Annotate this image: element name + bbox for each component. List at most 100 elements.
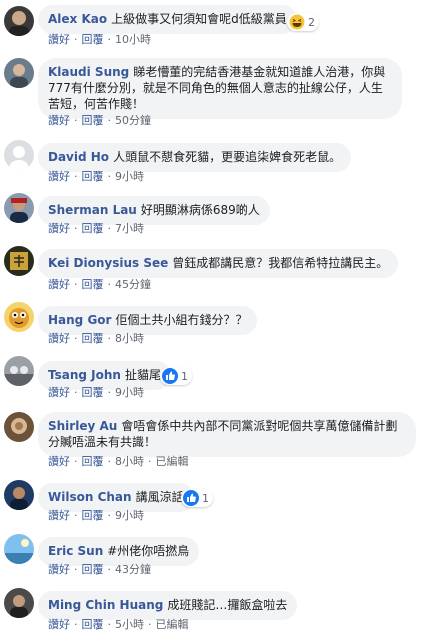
reply-link[interactable]: 回覆	[82, 386, 104, 399]
comment-actions: 讚好 · 回覆 · 7小時	[48, 222, 144, 236]
like-link[interactable]: 讚好	[48, 509, 70, 522]
reply-link[interactable]: 回覆	[82, 222, 104, 235]
comment-author[interactable]: Alex Kao	[48, 12, 107, 26]
comment-bubble: Ming Chin Huang 成班賤記…攞飯盒啦去	[38, 591, 298, 620]
like-link[interactable]: 讚好	[48, 33, 70, 46]
comment-timestamp[interactable]: 43分鐘	[115, 563, 151, 576]
like-link[interactable]: 讚好	[48, 278, 70, 291]
separator: ·	[74, 33, 78, 46]
edited-label[interactable]: 已編輯	[156, 455, 189, 468]
like-link[interactable]: 讚好	[48, 222, 70, 235]
comment-bubble: Sherman Lau 好明顯淋病係689啲人	[38, 196, 270, 225]
comment-actions: 讚好 · 回覆 · 45分鐘	[48, 278, 151, 292]
separator: ·	[107, 618, 112, 631]
like-link[interactable]: 讚好	[48, 386, 70, 399]
separator: ·	[107, 455, 112, 468]
reaction-count: 1	[181, 369, 188, 383]
comment-actions: 讚好 · 回覆 · 10小時	[48, 33, 151, 47]
separator: ·	[148, 618, 152, 631]
comment-bubble: Kei Dionysius See 曾鈺成都講民意？我都信希特拉講民主。	[38, 249, 399, 278]
comment-actions: 讚好 · 回覆 · 50分鐘	[48, 114, 151, 128]
comment-author[interactable]: Tsang John	[48, 368, 121, 382]
comment-actions: 讚好 · 回覆 · 9小時	[48, 386, 144, 400]
avatar[interactable]	[4, 534, 34, 564]
avatar[interactable]	[4, 193, 34, 223]
comment-timestamp[interactable]: 5小時	[115, 618, 144, 631]
reply-link[interactable]: 回覆	[82, 332, 104, 345]
separator: ·	[74, 563, 78, 576]
comment-author[interactable]: Wilson Chan	[48, 490, 132, 504]
reply-link[interactable]: 回覆	[82, 278, 104, 291]
comment-timestamp[interactable]: 10小時	[115, 33, 151, 46]
comment-actions: 讚好 · 回覆 · 5小時 · 已編輯	[48, 618, 189, 632]
separator: ·	[74, 386, 78, 399]
avatar[interactable]	[4, 356, 34, 386]
avatar[interactable]	[4, 58, 34, 88]
reply-link[interactable]: 回覆	[82, 114, 104, 127]
separator: ·	[107, 33, 112, 46]
comment-text: 成班賤記…攞飯盒啦去	[167, 598, 288, 612]
avatar[interactable]	[4, 140, 34, 170]
comment-author[interactable]: Ming Chin Huang	[48, 598, 163, 612]
separator: ·	[107, 386, 112, 399]
comment-timestamp[interactable]: 8小時	[115, 332, 144, 345]
comment-author[interactable]: Shirley Au	[48, 419, 117, 433]
comment-text: 佢個土共小組冇錢分？？	[115, 313, 248, 327]
like-link[interactable]: 讚好	[48, 563, 70, 576]
comment-author[interactable]: Klaudi Sung	[48, 65, 129, 79]
comment-author[interactable]: Kei Dionysius See	[48, 256, 168, 270]
haha-reaction-icon	[289, 14, 305, 30]
reply-link[interactable]: 回覆	[82, 618, 104, 631]
comment-timestamp[interactable]: 7小時	[115, 222, 144, 235]
separator: ·	[74, 509, 78, 522]
comment-actions: 讚好 · 回覆 · 8小時 · 已編輯	[48, 455, 189, 469]
avatar[interactable]	[4, 6, 34, 36]
comment-text: 講風涼話	[135, 490, 184, 504]
like-link[interactable]: 讚好	[48, 170, 70, 183]
separator: ·	[74, 278, 78, 291]
avatar[interactable]	[4, 246, 34, 276]
avatar[interactable]	[4, 588, 34, 618]
avatar[interactable]	[4, 302, 34, 332]
separator: ·	[74, 114, 78, 127]
avatar[interactable]	[4, 480, 34, 510]
reaction-badge[interactable]: 1	[160, 367, 192, 385]
comment-timestamp[interactable]: 9小時	[115, 509, 144, 522]
reply-link[interactable]: 回覆	[82, 33, 104, 46]
separator: ·	[107, 170, 112, 183]
reaction-count: 1	[202, 491, 209, 505]
reaction-badge[interactable]: 2	[287, 13, 319, 31]
comment-actions: 讚好 · 回覆 · 9小時	[48, 170, 144, 184]
like-link[interactable]: 讚好	[48, 114, 70, 127]
comment-author[interactable]: David Ho	[48, 150, 109, 164]
separator: ·	[74, 455, 78, 468]
reply-link[interactable]: 回覆	[82, 170, 104, 183]
like-link[interactable]: 讚好	[48, 332, 70, 345]
comment-timestamp[interactable]: 9小時	[115, 170, 144, 183]
avatar[interactable]	[4, 412, 34, 442]
comment-timestamp[interactable]: 8小時	[115, 455, 144, 468]
comment-bubble: Klaudi Sung 睇老懵董的完結香港基金就知道誰人治港，你與777有什麼分別…	[38, 58, 402, 119]
separator: ·	[107, 114, 112, 127]
like-link[interactable]: 讚好	[48, 618, 70, 631]
comment-text: 曾鈺成都講民意？我都信希特拉講民主。	[172, 256, 389, 270]
comment-author[interactable]: Eric Sun	[48, 544, 103, 558]
like-link[interactable]: 讚好	[48, 455, 70, 468]
comment-timestamp[interactable]: 50分鐘	[115, 114, 151, 127]
like-reaction-icon	[183, 490, 199, 506]
edited-label[interactable]: 已編輯	[156, 618, 189, 631]
reply-link[interactable]: 回覆	[82, 563, 104, 576]
reply-link[interactable]: 回覆	[82, 509, 104, 522]
reaction-count: 2	[308, 15, 315, 29]
comment-timestamp[interactable]: 45分鐘	[115, 278, 151, 291]
separator: ·	[107, 563, 112, 576]
reaction-badge[interactable]: 1	[181, 489, 213, 507]
comment-author[interactable]: Sherman Lau	[48, 203, 137, 217]
comment-text: 上級做事又何須知會呢d低級黨員	[111, 12, 287, 26]
separator: ·	[148, 455, 152, 468]
reply-link[interactable]: 回覆	[82, 455, 104, 468]
comment-author[interactable]: Hang Gor	[48, 313, 111, 327]
comment-actions: 讚好 · 回覆 · 43分鐘	[48, 563, 151, 577]
separator: ·	[107, 278, 112, 291]
comment-timestamp[interactable]: 9小時	[115, 386, 144, 399]
